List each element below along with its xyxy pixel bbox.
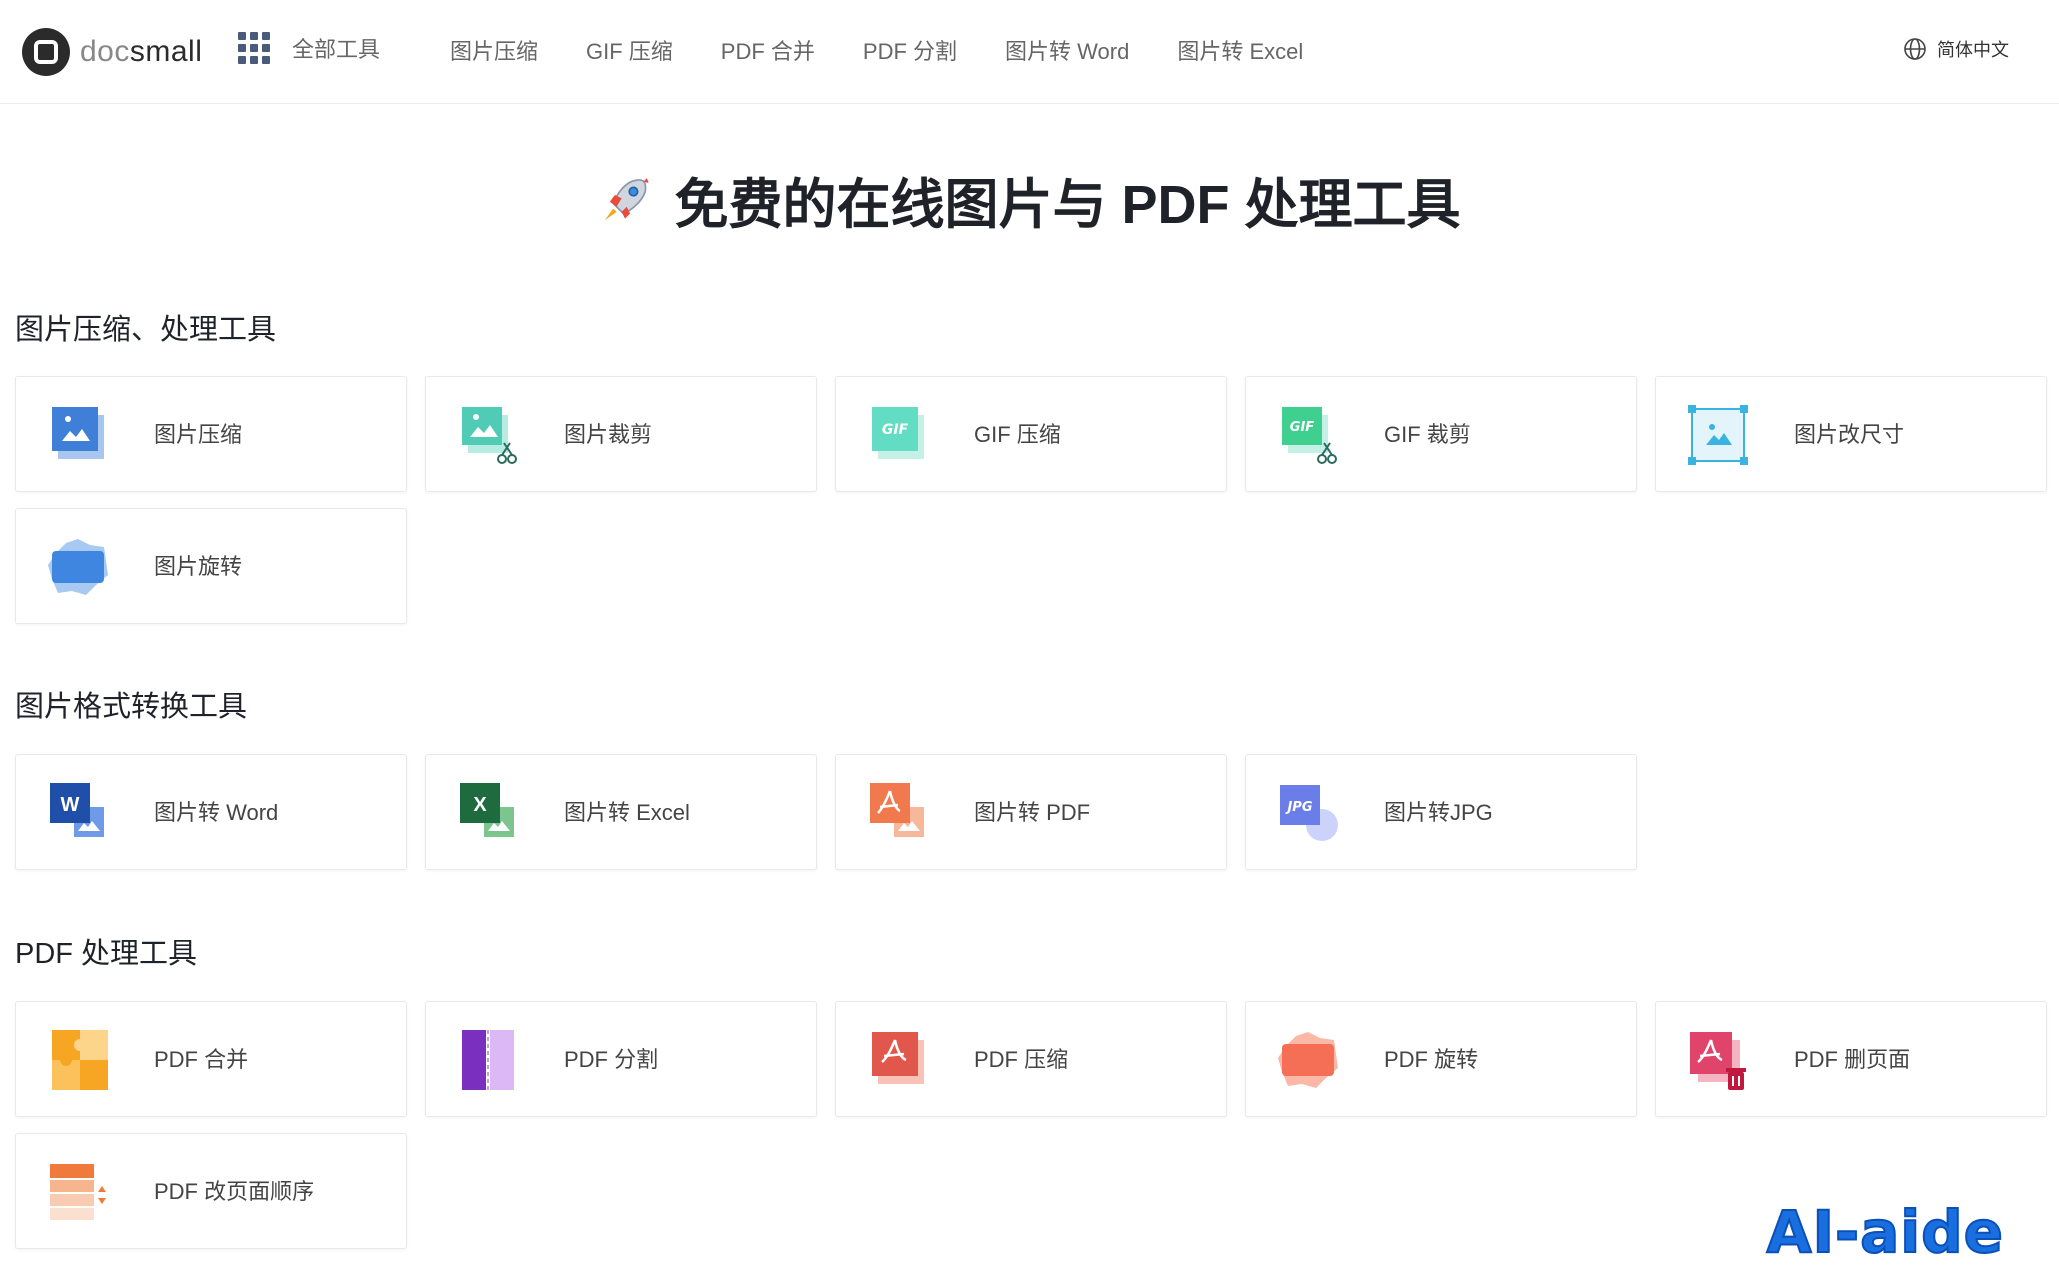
tool-label: PDF 改页面顺序 xyxy=(154,1179,315,1204)
tool-card-pdf-compress[interactable]: PDF 压缩 xyxy=(835,1001,1227,1117)
image-to-pdf-icon xyxy=(870,783,924,837)
image-resize-icon xyxy=(1688,405,1748,465)
tool-card-pdf-reorder[interactable]: PDF 改页面顺序 xyxy=(15,1133,407,1249)
tool-label: 图片转 PDF xyxy=(974,800,1091,825)
tool-card-image-resize[interactable]: 图片改尺寸 xyxy=(1655,376,2047,492)
watermark: AI-aide xyxy=(1766,1197,2004,1267)
tool-card-image-to-pdf[interactable]: 图片转 PDF xyxy=(835,754,1227,870)
tool-label: 图片裁剪 xyxy=(564,422,653,447)
pdf-reorder-icon xyxy=(50,1164,106,1220)
tool-label: PDF 压缩 xyxy=(974,1047,1069,1072)
tool-card-pdf-split[interactable]: PDF 分割 xyxy=(425,1001,817,1117)
section-title-image-tools: 图片压缩、处理工具 xyxy=(15,314,277,346)
pdf-split-icon xyxy=(462,1030,514,1090)
tool-card-image-compress[interactable]: 图片压缩 xyxy=(15,376,407,492)
tool-label: 图片转JPG xyxy=(1384,800,1493,825)
section-title-pdf-tools: PDF 处理工具 xyxy=(15,938,198,970)
nav-link-gif-compress[interactable]: GIF 压缩 xyxy=(586,34,673,66)
tool-label: GIF 压缩 xyxy=(974,422,1061,447)
svg-text:GIF: GIF xyxy=(1290,420,1315,435)
hero: 免费的在线图片与 PDF 处理工具 xyxy=(0,160,2059,239)
image-to-excel-icon: X xyxy=(460,783,514,837)
image-to-jpg-icon: JPG xyxy=(1280,785,1338,841)
image-crop-icon xyxy=(462,407,517,464)
tool-card-pdf-delete-page[interactable]: PDF 删页面 xyxy=(1655,1001,2047,1117)
tool-card-gif-crop[interactable]: GIF GIF 裁剪 xyxy=(1245,376,1637,492)
nav-link-pdf-split[interactable]: PDF 分割 xyxy=(863,34,957,66)
image-compress-icon xyxy=(52,407,104,459)
svg-text:X: X xyxy=(473,794,487,816)
pdf-compress-icon xyxy=(872,1032,924,1084)
tool-card-image-to-excel[interactable]: X 图片转 Excel xyxy=(425,754,817,870)
logo-mark-icon xyxy=(22,28,70,76)
tool-card-image-to-word[interactable]: W 图片转 Word xyxy=(15,754,407,870)
tool-label: 图片压缩 xyxy=(154,422,243,447)
logo[interactable]: docsmall xyxy=(22,28,202,76)
logo-text: docsmall xyxy=(80,35,203,68)
tool-card-pdf-rotate[interactable]: PDF 旋转 xyxy=(1245,1001,1637,1117)
tool-card-image-crop[interactable]: 图片裁剪 xyxy=(425,376,817,492)
nav-link-image-compress[interactable]: 图片压缩 xyxy=(450,34,538,66)
gif-crop-icon: GIF xyxy=(1282,407,1337,464)
page-title-text: 免费的在线图片与 PDF 处理工具 xyxy=(674,175,1461,235)
main-nav: 图片压缩 GIF 压缩 PDF 合并 PDF 分割 图片转 Word 图片转 E… xyxy=(450,34,1351,66)
svg-text:JPG: JPG xyxy=(1284,800,1312,815)
image-rotate-icon xyxy=(48,539,108,595)
tool-card-gif-compress[interactable]: GIF GIF 压缩 xyxy=(835,376,1227,492)
tool-label: 图片转 Word xyxy=(154,800,279,825)
tool-label: PDF 合并 xyxy=(154,1047,249,1072)
all-tools-button[interactable]: 全部工具 xyxy=(238,32,380,64)
pdf-rotate-icon xyxy=(1278,1032,1338,1088)
page-title: 免费的在线图片与 PDF 处理工具 xyxy=(598,160,1461,239)
section-title-format-tools: 图片格式转换工具 xyxy=(15,691,248,723)
tool-card-image-to-jpg[interactable]: JPG 图片转JPG xyxy=(1245,754,1637,870)
tool-label: 图片改尺寸 xyxy=(1794,422,1905,447)
language-selector[interactable]: 简体中文 xyxy=(1903,36,2009,62)
nav-link-pdf-merge[interactable]: PDF 合并 xyxy=(721,34,815,66)
gif-compress-icon: GIF xyxy=(872,407,924,459)
svg-text:GIF: GIF xyxy=(882,422,909,438)
tool-label: PDF 删页面 xyxy=(1794,1047,1911,1072)
tool-label: PDF 分割 xyxy=(564,1047,659,1072)
rocket-icon xyxy=(605,177,650,220)
tool-label: GIF 裁剪 xyxy=(1384,422,1471,447)
nav-link-image-to-word[interactable]: 图片转 Word xyxy=(1005,34,1129,66)
grid-menu-icon xyxy=(238,32,270,64)
language-label: 简体中文 xyxy=(1937,40,2009,60)
all-tools-label: 全部工具 xyxy=(292,37,381,62)
globe-icon xyxy=(1904,38,1926,60)
top-navigation-bar: docsmall 全部工具 图片压缩 GIF 压缩 PDF 合并 PDF 分割 … xyxy=(0,0,2059,104)
tool-card-image-rotate[interactable]: 图片旋转 xyxy=(15,508,407,624)
tool-label: 图片转 Excel xyxy=(564,800,690,825)
tool-label: PDF 旋转 xyxy=(1384,1047,1479,1072)
nav-link-image-to-excel[interactable]: 图片转 Excel xyxy=(1177,34,1303,66)
tool-label: 图片旋转 xyxy=(154,554,243,579)
image-to-word-icon: W xyxy=(50,783,104,837)
svg-text:W: W xyxy=(61,794,80,816)
pdf-merge-icon xyxy=(52,1030,108,1090)
pdf-delete-page-icon xyxy=(1690,1032,1746,1090)
tool-card-pdf-merge[interactable]: PDF 合并 xyxy=(15,1001,407,1117)
